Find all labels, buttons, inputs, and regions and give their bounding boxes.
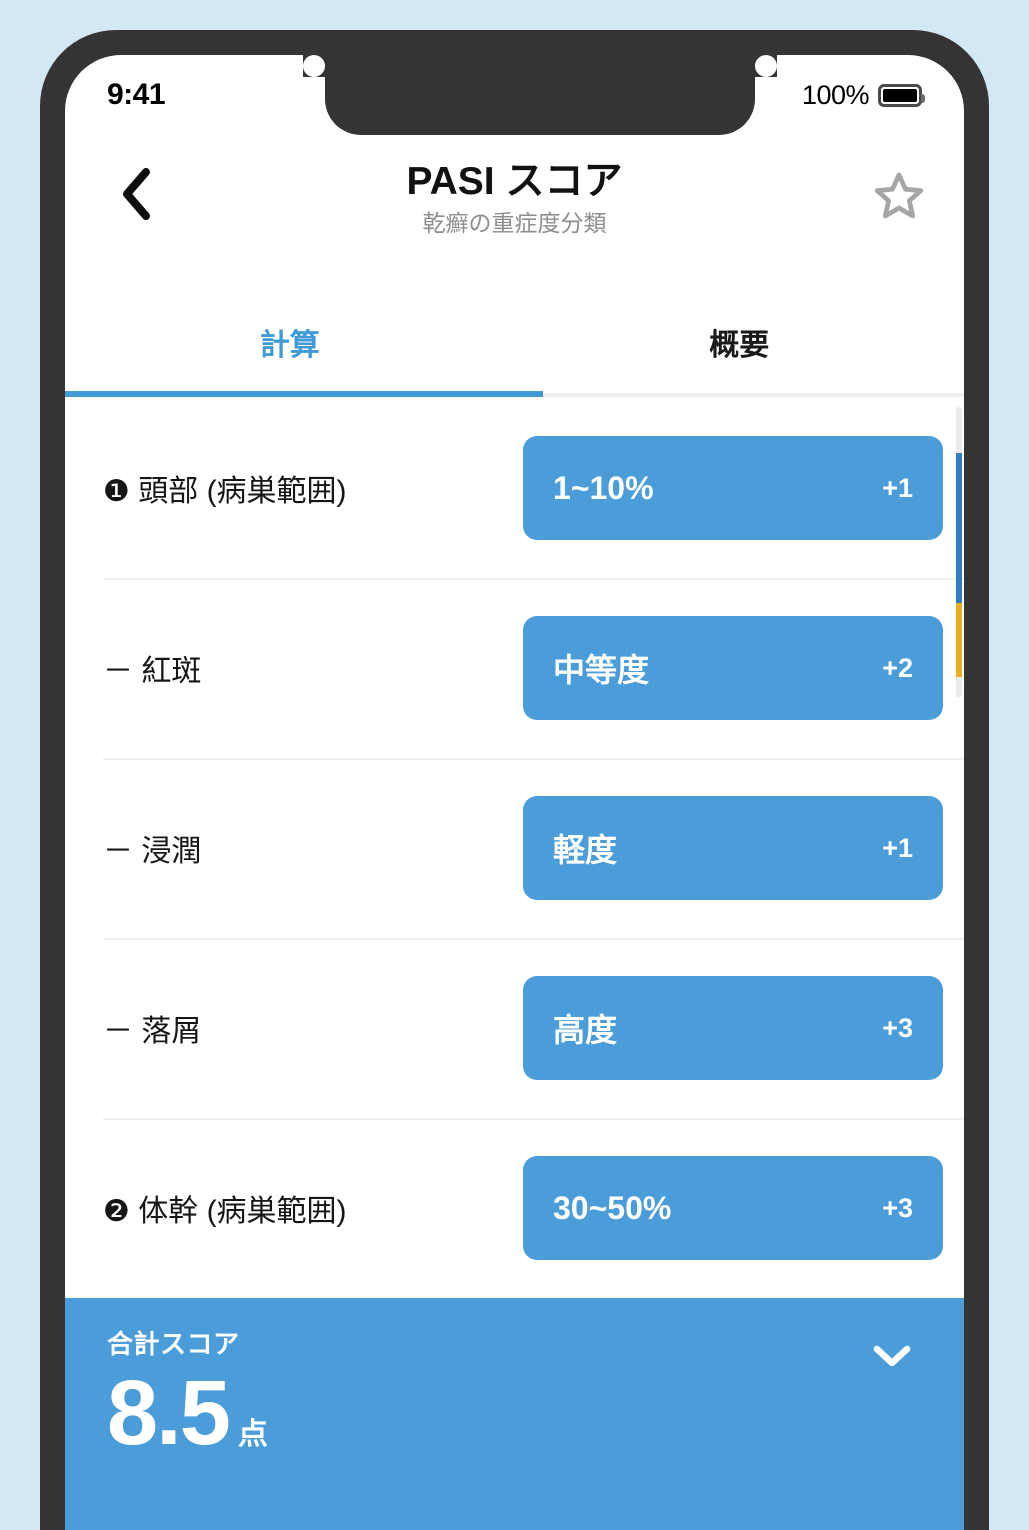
- row-label: ❶ 頭部 (病巣範囲): [103, 475, 347, 508]
- table-row: ❶ 頭部 (病巣範囲) 1~10% +1: [65, 398, 964, 578]
- option-value: 軽度: [553, 832, 618, 868]
- status-bar-right: 100%: [801, 79, 925, 111]
- chevron-left-icon: [123, 168, 150, 220]
- total-score-value: 8.5: [107, 1362, 231, 1464]
- battery-fill: [883, 88, 917, 102]
- back-button[interactable]: [105, 163, 167, 225]
- table-row: ❷ 体幹 (病巣範囲) 30~50% +3: [65, 1118, 964, 1298]
- table-row: － 浸潤 軽度 +1: [65, 758, 964, 938]
- option-selector-button[interactable]: 30~50% +3: [523, 1156, 943, 1260]
- phone-screen: 9:41 100% PASI スコア 乾癬の重症度分類 計算 概要 ❶ 頭部 (…: [65, 55, 964, 1530]
- tab-overview[interactable]: 概要: [515, 298, 965, 398]
- collapse-total-button[interactable]: [864, 1334, 920, 1378]
- option-selector-button[interactable]: 高度 +3: [523, 976, 943, 1080]
- total-score-label: 合計スコア: [107, 1329, 240, 1359]
- favorite-button[interactable]: [866, 163, 932, 229]
- star-outline-icon: [874, 172, 924, 219]
- phone-frame: 9:41 100% PASI スコア 乾癬の重症度分類 計算 概要 ❶ 頭部 (…: [40, 30, 989, 1530]
- scroll-indicator[interactable]: [956, 407, 962, 697]
- option-points: +3: [882, 1192, 913, 1223]
- option-value: 高度: [553, 1012, 618, 1048]
- row-label: ❷ 体幹 (病巣範囲): [103, 1195, 347, 1228]
- scroll-indicator-segment-2: [956, 603, 962, 677]
- tab-calculate[interactable]: 計算: [65, 298, 515, 398]
- notch-curve-right: [755, 55, 777, 77]
- option-value: 1~10%: [553, 469, 654, 506]
- title-block: PASI スコア 乾癬の重症度分類: [65, 154, 964, 236]
- table-row: － 紅斑 中等度 +2: [65, 578, 964, 758]
- battery-cap: [921, 93, 925, 103]
- row-label: － 落屑: [103, 1015, 202, 1048]
- option-points: +2: [882, 652, 913, 683]
- page-subtitle: 乾癬の重症度分類: [422, 209, 607, 236]
- scroll-indicator-segment-3: [956, 677, 962, 697]
- scroll-indicator-segment-0: [956, 407, 962, 453]
- table-row: － 落屑 高度 +3: [65, 938, 964, 1118]
- chevron-down-icon: [873, 1345, 911, 1367]
- option-points: +1: [882, 832, 913, 863]
- option-selector-button[interactable]: 軽度 +1: [523, 796, 943, 900]
- total-score-unit: 点: [237, 1418, 268, 1451]
- scroll-indicator-segment-1: [956, 453, 962, 603]
- device-notch: [303, 55, 777, 135]
- option-value: 中等度: [553, 652, 650, 688]
- battery-icon: [878, 83, 925, 107]
- row-label: － 紅斑: [103, 655, 202, 688]
- notch-curve-left: [303, 55, 325, 77]
- navigation-header: PASI スコア 乾癬の重症度分類: [65, 135, 964, 255]
- option-points: +1: [882, 472, 913, 503]
- option-selector-button[interactable]: 中等度 +2: [523, 616, 943, 720]
- option-selector-button[interactable]: 1~10% +1: [523, 436, 943, 540]
- option-points: +3: [882, 1012, 913, 1043]
- status-time: 9:41: [107, 78, 166, 111]
- total-score-bar[interactable]: 合計スコア 8.5 点: [65, 1298, 964, 1530]
- page-title: PASI スコア: [406, 160, 623, 204]
- battery-percentage: 100%: [801, 79, 870, 110]
- option-value: 30~50%: [553, 1189, 672, 1226]
- row-label: － 浸潤: [103, 835, 202, 868]
- total-score-value-row: 8.5 点: [107, 1367, 922, 1459]
- tab-active-underline: [65, 391, 543, 397]
- tab-bar: 計算 概要: [65, 298, 964, 398]
